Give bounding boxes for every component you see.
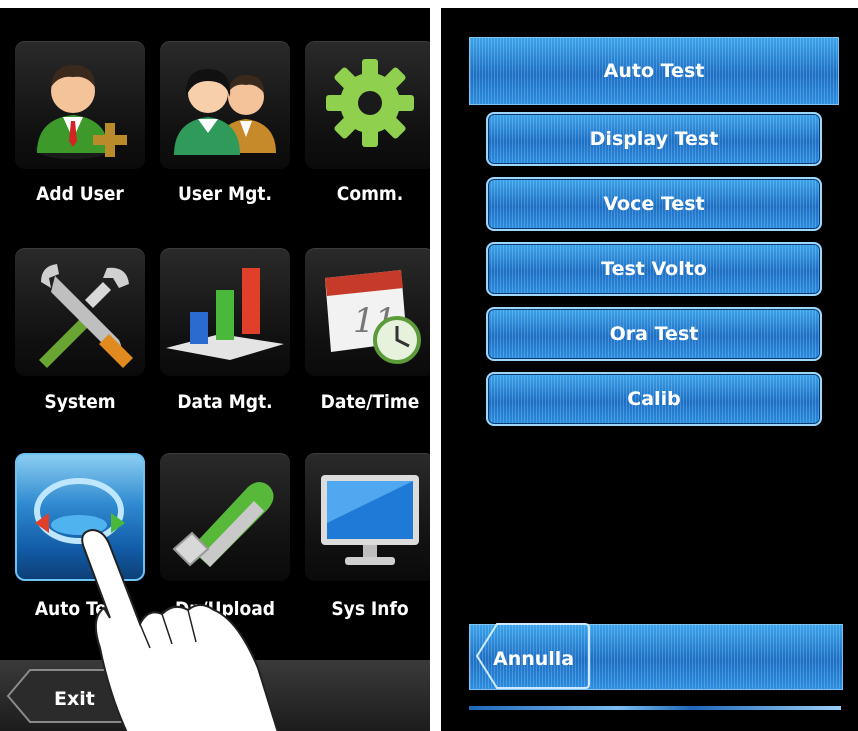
- tile-label-comm: Comm.: [336, 183, 404, 205]
- display-test-button[interactable]: Display Test: [486, 112, 822, 166]
- face-test-label: Test Volto: [601, 258, 707, 280]
- face-test-button[interactable]: Test Volto: [486, 242, 822, 296]
- display-test-label: Display Test: [589, 128, 719, 150]
- calib-label: Calib: [627, 388, 681, 410]
- tile-label-system: System: [44, 391, 116, 413]
- voice-test-button[interactable]: Voce Test: [486, 177, 822, 231]
- gear-icon: [326, 59, 414, 147]
- bar-chart-icon: [166, 268, 284, 360]
- calendar-clock-icon: 11: [325, 270, 421, 364]
- page-title: Auto Test: [603, 60, 705, 82]
- tile-label-add-user: Add User: [36, 183, 124, 205]
- auto-test-screen: Auto Test Display Test Voce Test Test Vo…: [441, 8, 858, 731]
- tile-label-data-mgt: Data Mgt.: [177, 391, 273, 413]
- tile-label-date-time: Date/Time: [320, 391, 420, 413]
- tile-system[interactable]: [15, 248, 145, 376]
- main-menu-screen: Add User User Mgt. Comm. System Data Mgt…: [0, 8, 430, 731]
- pointing-hand-icon: [81, 528, 279, 731]
- users-icon: [174, 69, 276, 155]
- tools-icon: [39, 264, 133, 368]
- tile-data-mgt[interactable]: [160, 248, 290, 376]
- status-strip: [469, 706, 841, 710]
- tile-add-user[interactable]: [15, 41, 145, 169]
- time-test-label: Ora Test: [609, 323, 699, 345]
- tile-comm[interactable]: [305, 41, 430, 169]
- time-test-button[interactable]: Ora Test: [486, 307, 822, 361]
- tile-label-user-mgt: User Mgt.: [178, 183, 272, 205]
- calib-button[interactable]: Calib: [486, 372, 822, 426]
- tile-user-mgt[interactable]: [160, 41, 290, 169]
- cancel-label: Annulla: [493, 648, 575, 670]
- voice-test-label: Voce Test: [603, 193, 705, 215]
- title-bar: Auto Test: [469, 37, 839, 105]
- add-user-icon: [35, 65, 127, 159]
- tile-date-time[interactable]: 11: [305, 248, 430, 376]
